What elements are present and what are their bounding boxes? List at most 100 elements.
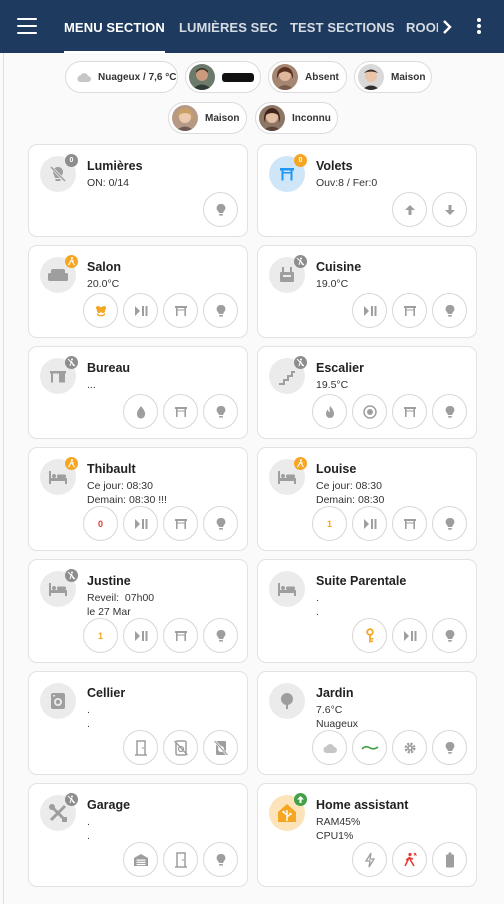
door-icon	[134, 739, 148, 756]
lights-button[interactable]	[432, 730, 467, 765]
flower-button[interactable]	[83, 293, 118, 328]
shutter-button[interactable]	[163, 293, 198, 328]
shutter-button[interactable]	[392, 506, 427, 541]
robot-button[interactable]	[352, 394, 387, 429]
person-status: Absent	[305, 71, 339, 83]
card-escalier[interactable]: Escalier 19.5°C	[257, 346, 477, 439]
battery-button[interactable]	[432, 842, 467, 877]
card-justine[interactable]: Justine Reveil: 07h00 le 27 Mar 1	[28, 559, 248, 663]
weather-chip[interactable]: Nuageux / 7,6 °C	[65, 61, 178, 93]
lights-button[interactable]	[432, 618, 467, 653]
alarm-motion-button[interactable]	[392, 842, 427, 877]
play-pause-icon	[403, 630, 417, 642]
window-shutter-icon	[403, 304, 417, 318]
person-chip[interactable]: Maison	[168, 102, 247, 134]
card-title: Garage	[87, 798, 131, 812]
card-home-assistant[interactable]: Home assistant RAM45% CPU1%	[257, 783, 477, 887]
redacted-name	[222, 72, 254, 82]
shutter-button[interactable]	[392, 293, 427, 328]
count-badge: 0	[65, 154, 78, 167]
card-garage[interactable]: Garage . .	[28, 783, 248, 887]
close-shutters-button[interactable]	[432, 192, 467, 227]
play-pause-button[interactable]	[123, 618, 158, 653]
card-info: . .	[87, 815, 90, 843]
alarm-count-button[interactable]: 1	[312, 506, 347, 541]
door-button[interactable]	[123, 730, 158, 765]
cloud-icon	[76, 71, 92, 83]
bed-icon	[269, 571, 305, 607]
lightbulb-icon	[443, 405, 457, 419]
alarm-time: Reveil: 07h00	[87, 592, 155, 604]
card-info: RAM45% CPU1%	[316, 815, 360, 843]
lights-button[interactable]	[432, 293, 467, 328]
card-lumieres[interactable]: 0 Lumières ON: 0/14	[28, 144, 248, 237]
open-shutters-button[interactable]	[392, 192, 427, 227]
card-cuisine[interactable]: Cuisine 19.0°C	[257, 245, 477, 338]
tab-lumieres-sec[interactable]: LUMIÈRES SEC	[179, 0, 278, 53]
tab-rooms[interactable]: ROOI	[406, 0, 438, 53]
card-info: Ce jour: 08:30 Demain: 08:30 !!!	[87, 479, 167, 507]
shutter-button[interactable]	[392, 394, 427, 429]
person-chip[interactable]: Inconnu	[255, 102, 338, 134]
play-pause-button[interactable]	[392, 618, 427, 653]
dishwasher-off-button[interactable]	[163, 730, 198, 765]
card-thibault[interactable]: Thibault Ce jour: 08:30 Demain: 08:30 !!…	[28, 447, 248, 551]
card-title: Salon	[87, 260, 122, 274]
lights-button[interactable]	[203, 394, 238, 429]
lightbulb-icon	[214, 629, 228, 643]
lights-button[interactable]	[203, 293, 238, 328]
play-pause-button[interactable]	[123, 506, 158, 541]
washer-off-button[interactable]	[203, 730, 238, 765]
garage-icon	[133, 853, 149, 867]
lights-button[interactable]	[432, 506, 467, 541]
play-pause-button[interactable]	[352, 506, 387, 541]
lights-button[interactable]	[203, 618, 238, 653]
play-pause-button[interactable]	[352, 293, 387, 328]
card-suite-parentale[interactable]: Suite Parentale . .	[257, 559, 477, 663]
card-salon[interactable]: Salon 20.0°C	[28, 245, 248, 338]
window-shutter-icon	[174, 304, 188, 318]
tab-test-sections[interactable]: TEST SECTIONS	[290, 0, 395, 53]
person-chip[interactable]: Maison	[354, 61, 432, 93]
lights-button[interactable]	[432, 394, 467, 429]
gear-icon	[403, 741, 417, 755]
alarm-count-button[interactable]: 0	[83, 506, 118, 541]
card-jardin[interactable]: Jardin 7.6°C Nuageux	[257, 671, 477, 775]
person-chip[interactable]: Absent	[268, 61, 347, 93]
no-motion-badge-icon	[294, 255, 307, 268]
motion-badge-icon	[294, 457, 307, 470]
grass-button[interactable]	[352, 730, 387, 765]
shutter-button[interactable]	[163, 506, 198, 541]
water-button[interactable]	[123, 394, 158, 429]
water-drop-icon	[135, 405, 147, 419]
card-cellier[interactable]: Cellier . .	[28, 671, 248, 775]
info-line: .	[316, 592, 319, 604]
chevron-right-icon[interactable]	[438, 17, 456, 37]
settings-button[interactable]	[392, 730, 427, 765]
shutter-button[interactable]	[163, 394, 198, 429]
person-chip[interactable]	[185, 61, 261, 93]
play-pause-button[interactable]	[123, 293, 158, 328]
lights-button[interactable]	[203, 842, 238, 877]
garage-door-button[interactable]	[123, 842, 158, 877]
window-shutter-icon	[403, 405, 417, 419]
key-button[interactable]	[352, 618, 387, 653]
door-button[interactable]	[163, 842, 198, 877]
appliance-off-icon	[173, 739, 188, 756]
alarm-today: Ce jour: 08:30	[87, 480, 153, 492]
card-volets[interactable]: 0 Volets Ouv:8 / Fer:0	[257, 144, 477, 237]
power-button[interactable]	[352, 842, 387, 877]
card-louise[interactable]: Louise Ce jour: 08:30 Demain: 08:30 1	[257, 447, 477, 551]
weather-state: Nuageux	[316, 718, 359, 730]
menu-icon[interactable]	[17, 18, 37, 34]
alarm-count-button[interactable]: 1	[83, 618, 118, 653]
card-bureau[interactable]: Bureau ...	[28, 346, 248, 439]
battery-icon	[445, 852, 455, 868]
shutter-button[interactable]	[163, 618, 198, 653]
more-options-icon[interactable]	[470, 18, 488, 36]
lights-button[interactable]	[203, 192, 238, 227]
weather-button[interactable]	[312, 730, 347, 765]
lights-button[interactable]	[203, 506, 238, 541]
heating-button[interactable]	[312, 394, 347, 429]
tab-menu-section[interactable]: MENU SECTION	[64, 0, 165, 53]
